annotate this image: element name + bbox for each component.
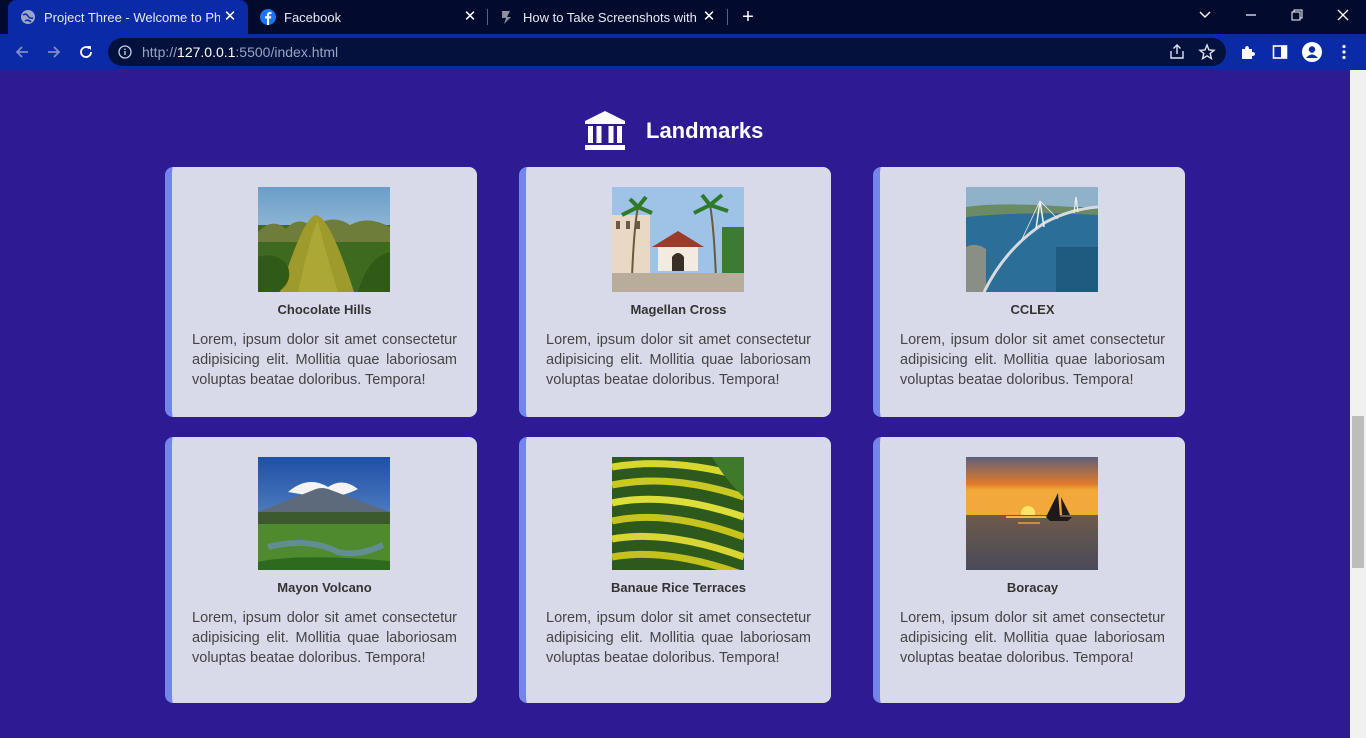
url-text: http://127.0.0.1:5500/index.html <box>142 38 338 66</box>
share-icon[interactable] <box>1168 43 1186 61</box>
bank-icon <box>584 110 626 152</box>
cclex-photo <box>966 187 1099 293</box>
landmark-card: Boracay Lorem, ipsum dolor sit amet cons… <box>873 437 1185 703</box>
section-title: Landmarks <box>646 118 764 143</box>
profile-avatar-icon[interactable] <box>1302 42 1322 62</box>
landmark-card: Mayon Volcano Lorem, ipsum dolor sit ame… <box>165 437 477 703</box>
close-window-icon[interactable] <box>1320 0 1366 30</box>
mayon-volcano-photo <box>258 457 390 570</box>
url-path: :5500/index.html <box>235 44 339 60</box>
landmark-name: Mayon Volcano <box>277 580 372 595</box>
forward-icon[interactable] <box>40 38 68 66</box>
tab-title: How to Take Screenshots with Du <box>523 9 699 25</box>
landmark-description: Lorem, ipsum dolor sit amet consectetur … <box>546 610 811 666</box>
tab-title: Project Three - Welcome to Philip <box>44 9 220 25</box>
landmark-name: CCLEX <box>1010 302 1055 317</box>
tab-title: Facebook <box>284 9 342 25</box>
restore-icon[interactable] <box>1274 0 1320 30</box>
reload-icon[interactable] <box>72 38 100 66</box>
landmark-name: Chocolate Hills <box>277 302 372 317</box>
address-bar[interactable]: http://127.0.0.1:5500/index.html <box>108 38 1226 66</box>
bookmark-star-icon[interactable] <box>1198 43 1216 61</box>
tab-search-icon[interactable] <box>1182 0 1228 30</box>
close-tab-icon[interactable]: ✕ <box>699 7 719 27</box>
landmark-card: Chocolate Hills Lorem, ipsum dolor sit a… <box>165 167 477 417</box>
scrollbar-thumb[interactable] <box>1352 416 1364 568</box>
tab-project-three[interactable]: Project Three - Welcome to Philip ✕ <box>8 0 248 34</box>
section-heading: Landmarks <box>584 110 763 152</box>
landmark-name: Boracay <box>1006 580 1059 595</box>
landmark-description: Lorem, ipsum dolor sit amet consectetur … <box>192 610 457 666</box>
site-info-icon[interactable] <box>118 45 132 59</box>
new-tab-button[interactable]: + <box>738 6 758 28</box>
side-panel-icon[interactable] <box>1270 42 1290 62</box>
back-icon[interactable] <box>8 38 36 66</box>
landmark-description: Lorem, ipsum dolor sit amet consectetur … <box>192 332 457 388</box>
chocolate-hills-photo <box>258 187 390 292</box>
page-icon <box>499 9 515 25</box>
menu-kebab-icon[interactable] <box>1334 42 1354 62</box>
boracay-photo <box>966 457 1098 570</box>
landmark-card: CCLEX Lorem, ipsum dolor sit amet consec… <box>873 167 1185 417</box>
url-host: 127.0.0.1 <box>177 44 236 60</box>
banaue-rice-terraces-photo <box>611 457 746 579</box>
url-protocol: http:// <box>142 44 178 60</box>
globe-icon <box>20 9 36 25</box>
close-tab-icon[interactable]: ✕ <box>220 7 240 27</box>
minimize-icon[interactable] <box>1228 0 1274 30</box>
tab-screenshots[interactable]: How to Take Screenshots with Du ✕ <box>487 0 727 34</box>
tab-strip: Project Three - Welcome to Philip ✕ Face… <box>0 0 1366 34</box>
landmark-card: Magellan Cross Lorem, ipsum dolor sit am… <box>519 167 831 417</box>
landmark-name: Magellan Cross <box>630 302 727 317</box>
page-viewport: Landmarks Chocolate Hills Lorem, ipsum d… <box>0 70 1350 738</box>
page-scrollbar[interactable] <box>1350 70 1366 738</box>
tab-facebook[interactable]: Facebook ✕ <box>248 0 488 34</box>
tab-separator <box>727 9 728 25</box>
landmark-card: Banaue Rice Terraces Lorem, ipsum dolor … <box>519 437 831 703</box>
extensions-icon[interactable] <box>1238 42 1258 62</box>
magellan-cross-photo <box>612 187 744 292</box>
landmark-description: Lorem, ipsum dolor sit amet consectetur … <box>900 610 1165 666</box>
close-tab-icon[interactable]: ✕ <box>460 7 480 27</box>
facebook-icon <box>260 9 276 25</box>
browser-toolbar: http://127.0.0.1:5500/index.html <box>0 34 1366 70</box>
landmark-description: Lorem, ipsum dolor sit amet consectetur … <box>900 332 1165 388</box>
landmark-name: Banaue Rice Terraces <box>611 580 746 595</box>
landmark-description: Lorem, ipsum dolor sit amet consectetur … <box>546 332 811 388</box>
